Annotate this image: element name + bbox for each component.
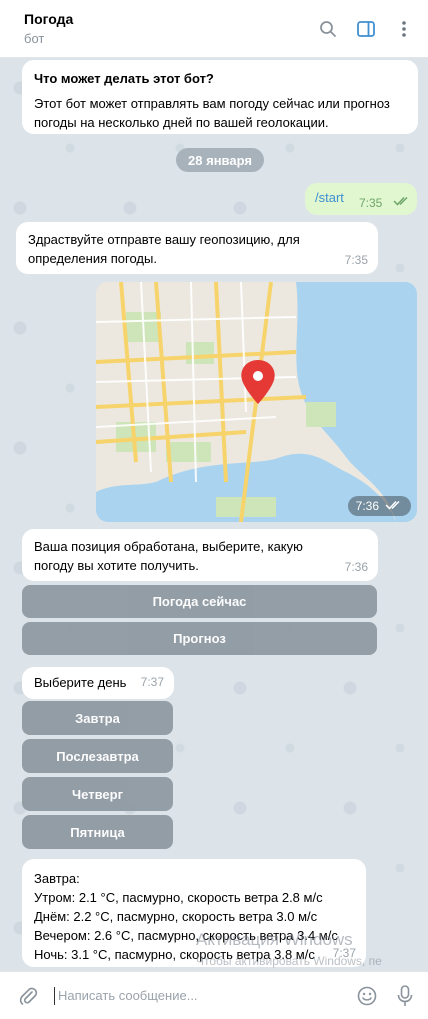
double-check-icon <box>385 499 403 513</box>
chat-header: Погода бот <box>0 0 428 58</box>
chat-title-block[interactable]: Погода бот <box>24 11 300 46</box>
sidebar-toggle-icon[interactable] <box>356 19 376 39</box>
message-input[interactable]: Написать сообщение... <box>54 986 340 1005</box>
forecast-day: Днём: 2.2 °C, пасмурно, скорость ветра 3… <box>34 909 318 924</box>
day-after-tomorrow-button[interactable]: Послезавтра <box>22 739 173 773</box>
map-time-badge: 7:36 <box>347 496 411 516</box>
message-time: 7:36 <box>355 499 379 513</box>
windows-activation-watermark: Активация Windows <box>196 930 353 949</box>
windows-activation-hint: Чтобы активировать Windows, пе <box>196 954 382 968</box>
message-input-placeholder: Написать сообщение... <box>58 988 198 1003</box>
search-icon[interactable] <box>318 19 338 39</box>
chat-subtitle: бот <box>24 31 45 46</box>
paperclip-icon[interactable] <box>18 985 40 1007</box>
choose-day-text: Выберите день <box>34 675 127 690</box>
tomorrow-button[interactable]: Завтра <box>22 701 173 735</box>
chat-title: Погода <box>24 11 74 27</box>
double-check-icon <box>393 194 411 209</box>
greeting-text: Здраствуйте отправте вашу геопозицию, дл… <box>28 232 300 266</box>
forecast-button[interactable]: Прогноз <box>22 622 377 655</box>
message-time: 7:35 <box>359 196 383 210</box>
forecast-heading: Завтра: <box>34 871 80 886</box>
forecast-morning: Утром: 2.1 °C, пасмурно, скорость ветра … <box>34 890 323 905</box>
more-vertical-icon[interactable] <box>394 19 414 39</box>
text-caret <box>54 986 55 1005</box>
friday-button[interactable]: Пятница <box>22 815 173 849</box>
intro-title: Что может делать этот бот? <box>34 71 214 86</box>
message-time: 7:36 <box>344 560 368 574</box>
location-map-message[interactable]: 7:36 <box>96 282 417 522</box>
chat-history[interactable]: Что может делать этот бот? Этот бот може… <box>0 58 428 971</box>
weather-now-button[interactable]: Погода сейчас <box>22 585 377 618</box>
thursday-button[interactable]: Четверг <box>22 777 173 811</box>
bot-greeting-message: Здраствуйте отправте вашу геопозицию, дл… <box>16 222 378 274</box>
map-image <box>96 282 417 522</box>
date-separator: 28 января <box>176 148 264 172</box>
microphone-icon[interactable] <box>394 984 416 1007</box>
bot-forecast-message: Завтра: Утром: 2.1 °C, пасмурно, скорост… <box>22 859 366 967</box>
bot-choose-day-message: Выберите день 7:37 <box>22 667 174 699</box>
processed-text: Ваша позиция обработана, выберите, какую… <box>34 539 303 573</box>
message-composer: Написать сообщение... <box>0 971 428 1019</box>
intro-text: Этот бот может отправлять вам погоду сей… <box>34 96 390 130</box>
outgoing-message-start: /start 7:35 <box>305 183 417 215</box>
emoji-icon[interactable] <box>356 985 378 1007</box>
start-command-link[interactable]: /start <box>315 190 344 205</box>
message-time: 7:35 <box>344 253 368 267</box>
bot-intro-message: Что может делать этот бот? Этот бот може… <box>22 60 418 134</box>
message-time: 7:37 <box>140 675 164 689</box>
bot-processed-message: Ваша позиция обработана, выберите, какую… <box>22 529 378 581</box>
